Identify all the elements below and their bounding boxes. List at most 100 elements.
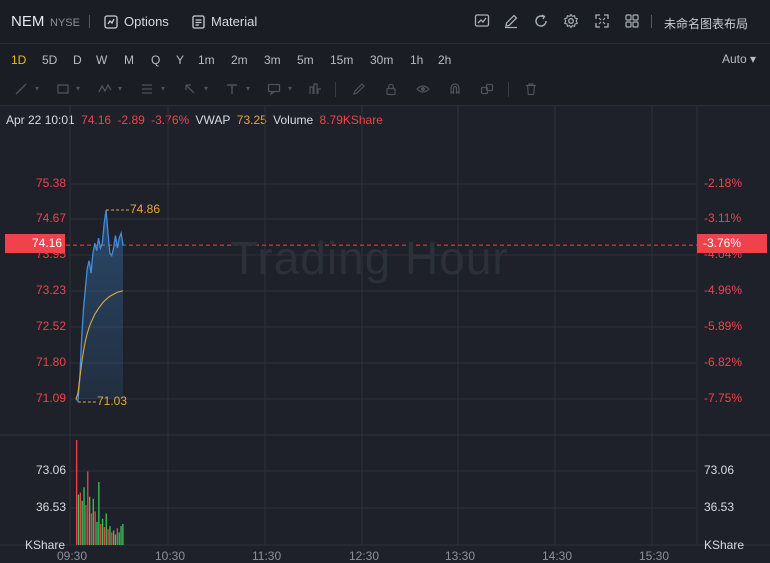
price-chart[interactable]	[0, 106, 770, 563]
arrow-tool-icon[interactable]	[183, 82, 197, 96]
lock-icon[interactable]	[384, 82, 398, 96]
timeframe-2m[interactable]: 2m	[231, 53, 248, 67]
volume-bar	[101, 518, 104, 545]
eye-icon[interactable]	[416, 82, 430, 96]
pct-axis-label: -4.96%	[704, 283, 743, 297]
timeframe-m[interactable]: M	[124, 53, 134, 67]
timeframe-5d[interactable]: 5D	[42, 53, 57, 67]
exchange-name: NYSE	[50, 17, 80, 29]
material-button[interactable]: Material	[192, 14, 257, 29]
options-button[interactable]: Options	[104, 14, 169, 29]
trash-icon[interactable]	[524, 82, 538, 96]
timeframe-1m[interactable]: 1m	[198, 53, 215, 67]
chevron-down-icon[interactable]: ▾	[199, 82, 213, 96]
chevron-down-icon[interactable]: ▾	[113, 82, 127, 96]
timeframe-y[interactable]: Y	[176, 53, 184, 67]
volume-bar	[92, 498, 94, 545]
volume-bar	[116, 528, 118, 545]
chevron-down-icon[interactable]: ▾	[241, 82, 255, 96]
volume-bar	[79, 492, 81, 545]
volume-bar	[85, 505, 87, 545]
chevron-down-icon[interactable]: ▾	[30, 82, 44, 96]
fib-tool-icon[interactable]	[140, 82, 154, 96]
pct-axis-label: -7.75%	[704, 391, 743, 405]
timeframe-w[interactable]: W	[96, 53, 107, 67]
price-axis-label: 71.80	[36, 355, 67, 369]
refresh-icon[interactable]	[532, 13, 550, 31]
volume-axis-label-left: 36.53	[36, 500, 67, 514]
volume-bar	[77, 494, 80, 545]
price-axis-label: 72.52	[36, 319, 67, 333]
fullscreen-icon[interactable]	[593, 13, 611, 31]
volume-bar	[96, 521, 98, 545]
price-axis-label: 71.09	[36, 391, 67, 405]
magnet-icon[interactable]	[448, 82, 462, 96]
symbol-name[interactable]: NEM	[11, 13, 44, 30]
volume-bar	[81, 500, 83, 545]
toolbar-divider-right	[651, 15, 652, 28]
volume-axis-label-right: 73.06	[704, 463, 735, 477]
pct-axis-label: -6.82%	[704, 355, 743, 369]
volume-bar	[100, 524, 102, 545]
wave-tool-icon[interactable]	[98, 82, 112, 96]
time-axis-label: 13:30	[445, 549, 476, 563]
settings-icon[interactable]	[562, 13, 580, 31]
current-pct-tag: -3.76%	[697, 234, 767, 253]
volume-bar	[109, 526, 111, 545]
chevron-down-icon[interactable]: ▾	[283, 82, 297, 96]
price-axis-label: 75.38	[36, 176, 67, 190]
text-tool-icon[interactable]	[225, 82, 239, 96]
volume-bar	[120, 526, 122, 545]
volume-bar	[113, 530, 115, 545]
options-label: Options	[124, 14, 169, 29]
volume-bar	[87, 471, 89, 545]
time-axis-label: 14:30	[542, 549, 573, 563]
trend-line-icon[interactable]	[14, 82, 28, 96]
price-axis-label: 74.67	[36, 211, 67, 225]
low-price-value: 71.03	[97, 394, 128, 408]
volume-bar	[90, 513, 93, 545]
time-axis-label: 10:30	[155, 549, 186, 563]
watermark-text: Trading Hour	[230, 232, 509, 284]
pct-axis-label: -3.11%	[704, 211, 742, 225]
pct-axis-label: -5.89%	[704, 319, 743, 333]
timeframe-d[interactable]: D	[73, 53, 82, 67]
timeframe-3m[interactable]: 3m	[264, 53, 281, 67]
rectangle-tool-icon[interactable]	[56, 82, 70, 96]
auto-label: Auto	[722, 52, 747, 66]
ruler-tool-icon[interactable]	[308, 82, 322, 96]
timeframe-1d[interactable]: 1D	[11, 53, 26, 67]
edit-icon[interactable]	[502, 13, 520, 31]
high-price-value: 74.86	[130, 202, 161, 216]
pct-axis-label: -2.18%	[704, 176, 743, 190]
volume-bar	[105, 513, 107, 545]
current-price-tag: 74.16	[5, 234, 65, 253]
volume-axis-label-right: KShare	[704, 538, 745, 552]
low-price-label: 71.03	[97, 394, 127, 408]
timeframe-15m[interactable]: 15m	[330, 53, 353, 67]
comment-tool-icon[interactable]	[267, 82, 281, 96]
timeframe-30m[interactable]: 30m	[370, 53, 393, 67]
price-axis-label: 73.23	[36, 283, 67, 297]
volume-axis-label-left: 73.06	[36, 463, 67, 477]
timeframe-1h[interactable]: 1h	[410, 53, 423, 67]
timeframe-2h[interactable]: 2h	[438, 53, 451, 67]
chart-icon[interactable]	[473, 13, 491, 31]
link-icon[interactable]	[480, 82, 494, 96]
grid-icon[interactable]	[623, 13, 641, 31]
toolbar-divider	[335, 82, 336, 97]
time-axis-label: 12:30	[349, 549, 380, 563]
auto-scale-dropdown[interactable]: Auto ▾	[722, 52, 756, 66]
volume-bar	[111, 532, 113, 545]
chevron-down-icon[interactable]: ▾	[71, 82, 85, 96]
time-axis-label: 09:30	[57, 549, 88, 563]
document-icon	[192, 14, 205, 29]
layout-name[interactable]: 未命名图表布局	[664, 15, 748, 32]
pen-icon[interactable]	[352, 82, 366, 96]
options-icon	[104, 14, 118, 29]
chevron-down-icon[interactable]: ▾	[156, 82, 170, 96]
volume-bar	[103, 527, 106, 545]
timeframe-5m[interactable]: 5m	[297, 53, 314, 67]
timeframe-q[interactable]: Q	[151, 53, 160, 67]
toolbar-divider	[89, 15, 90, 28]
